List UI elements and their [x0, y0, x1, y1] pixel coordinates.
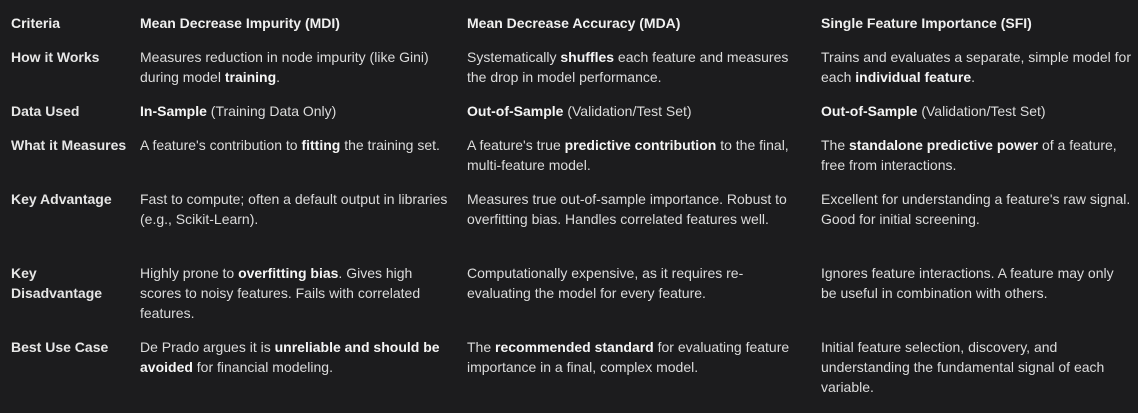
- cell-mdi: In-Sample (Training Data Only): [140, 101, 450, 121]
- row-criteria: Data Used: [11, 103, 80, 119]
- emphasis-text: standalone predictive power: [849, 137, 1039, 153]
- emphasis-text: individual feature: [855, 69, 972, 85]
- cell-mda: Measures true out-of-sample importance. …: [467, 189, 797, 229]
- cell-sfi: Initial feature selection, discovery, an…: [821, 337, 1133, 397]
- emphasis-text: overfitting bias: [238, 265, 339, 281]
- cell-text: Systematically: [467, 49, 561, 65]
- emphasis-text: fitting: [301, 137, 341, 153]
- cell-mdi: A feature's contribution to fitting the …: [140, 135, 450, 155]
- cell-mda: Systematically shuffles each feature and…: [467, 47, 797, 87]
- row-criteria: Key Advantage: [11, 191, 112, 207]
- cell-text: (Validation/Test Set): [917, 103, 1046, 119]
- row-criteria: How it Works: [11, 49, 100, 65]
- header-criteria: Criteria: [11, 15, 61, 31]
- cell-sfi: Excellent for understanding a feature's …: [821, 189, 1133, 229]
- emphasis-text: In-Sample: [140, 103, 207, 119]
- emphasis-text: shuffles: [560, 49, 615, 65]
- cell-text: Measures true out-of-sample importance. …: [467, 191, 787, 227]
- cell-text: (Validation/Test Set): [563, 103, 692, 119]
- cell-mda: Out-of-Sample (Validation/Test Set): [467, 101, 797, 121]
- cell-text: Excellent for understanding a feature's …: [821, 191, 1131, 227]
- emphasis-text: Out-of-Sample: [467, 103, 564, 119]
- row-criteria: What it Measures: [11, 137, 127, 153]
- header-mdi: Mean Decrease Impurity (MDI): [140, 15, 340, 31]
- cell-text: .: [971, 69, 976, 85]
- cell-text: the training set.: [340, 137, 440, 153]
- row-criteria: Key Disadvantage: [11, 265, 103, 301]
- cell-sfi: Trains and evaluates a separate, simple …: [821, 47, 1133, 87]
- cell-mda: The recommended standard for evaluating …: [467, 337, 797, 377]
- cell-text: Computationally expensive, as it require…: [467, 265, 744, 301]
- cell-text: (Training Data Only): [206, 103, 337, 119]
- cell-sfi: Ignores feature interactions. A feature …: [821, 263, 1133, 303]
- cell-text: Fast to compute; often a default output …: [140, 191, 448, 227]
- emphasis-text: recommended standard: [495, 339, 654, 355]
- cell-mdi: Measures reduction in node impurity (lik…: [140, 47, 450, 87]
- header-sfi: Single Feature Importance (SFI): [821, 15, 1032, 31]
- cell-sfi: The standalone predictive power of a fea…: [821, 135, 1133, 175]
- emphasis-text: Out-of-Sample: [821, 103, 918, 119]
- cell-mda: Computationally expensive, as it require…: [467, 263, 797, 303]
- header-mda: Mean Decrease Accuracy (MDA): [467, 15, 681, 31]
- cell-text: De Prado argues it is: [140, 339, 275, 355]
- row-criteria: Best Use Case: [11, 339, 109, 355]
- cell-text: Highly prone to: [140, 265, 239, 281]
- cell-sfi: Out-of-Sample (Validation/Test Set): [821, 101, 1133, 121]
- cell-text: Ignores feature interactions. A feature …: [821, 265, 1114, 301]
- cell-text: .: [276, 69, 281, 85]
- cell-text: The: [467, 339, 496, 355]
- cell-mdi: De Prado argues it is unreliable and sho…: [140, 337, 450, 377]
- cell-text: A feature's contribution to: [140, 137, 302, 153]
- cell-mda: A feature's true predictive contribution…: [467, 135, 797, 175]
- emphasis-text: training: [224, 69, 277, 85]
- cell-text: The: [821, 137, 850, 153]
- cell-text: Initial feature selection, discovery, an…: [821, 339, 1105, 395]
- cell-mdi: Highly prone to overfitting bias. Gives …: [140, 263, 450, 323]
- cell-text: for financial modeling.: [192, 359, 333, 375]
- comparison-table: Criteria Mean Decrease Impurity (MDI) Me…: [0, 0, 1138, 413]
- emphasis-text: predictive contribution: [564, 137, 717, 153]
- cell-text: Measures reduction in node impurity (lik…: [140, 49, 429, 85]
- cell-text: A feature's true: [467, 137, 565, 153]
- cell-mdi: Fast to compute; often a default output …: [140, 189, 450, 229]
